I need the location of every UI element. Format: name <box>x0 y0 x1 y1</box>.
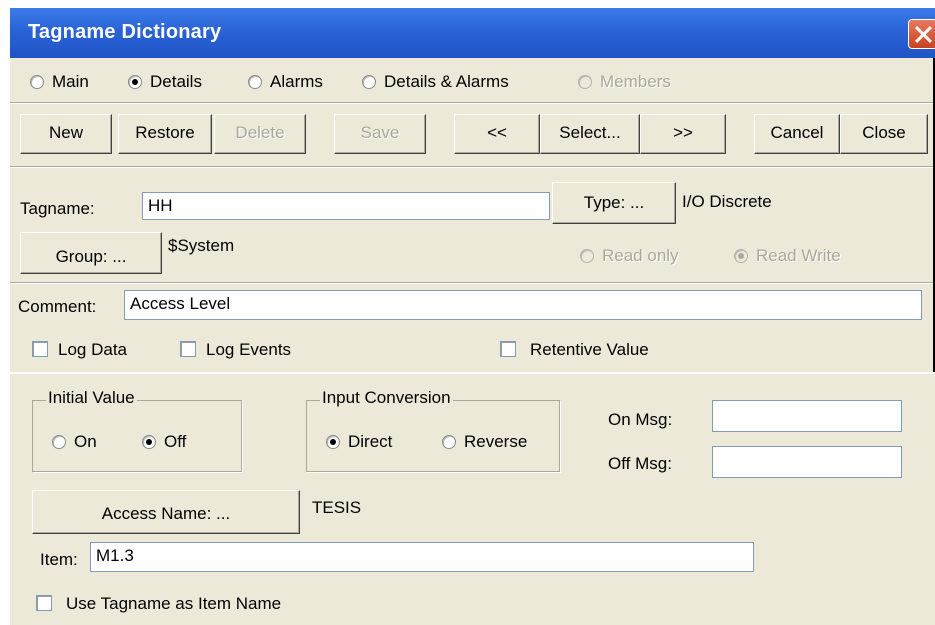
use-tagname-label: Use Tagname as Item Name <box>66 594 282 613</box>
on-msg-input[interactable] <box>712 400 902 432</box>
view-option-label: Main <box>52 72 89 91</box>
off-msg-input[interactable] <box>712 446 902 478</box>
tagname-input[interactable]: HH <box>142 192 550 220</box>
new-button[interactable]: New <box>20 114 112 154</box>
close-button[interactable]: Close <box>840 114 928 154</box>
off-msg-label: Off Msg: <box>608 454 672 473</box>
view-option-label: Details & Alarms <box>384 72 509 91</box>
log-events-label: Log Events <box>206 340 292 359</box>
direct-label: Direct <box>348 432 393 451</box>
input-conversion-title: Input Conversion <box>320 388 453 408</box>
next-button[interactable]: >> <box>640 114 726 154</box>
divider <box>10 102 933 104</box>
initial-off-label: Off <box>164 432 187 451</box>
read-write-label: Read Write <box>756 246 841 265</box>
radio-read-write <box>734 249 748 263</box>
radio-read-only <box>580 249 594 263</box>
on-msg-label: On Msg: <box>608 410 673 429</box>
initial-on-label: On <box>74 432 97 451</box>
title-bar: Tagname Dictionary <box>10 8 935 58</box>
view-option-label: Details <box>150 72 202 91</box>
group-value: $System <box>168 236 235 255</box>
save-button: Save <box>334 114 426 154</box>
close-window-icon[interactable] <box>908 19 935 49</box>
read-only-label: Read only <box>602 246 679 265</box>
radio-members <box>578 75 592 89</box>
group-button[interactable]: Group: ... <box>20 232 162 274</box>
radio-direct[interactable] <box>326 435 340 449</box>
view-option-label: Members <box>600 72 671 91</box>
comment-label: Comment: <box>18 297 97 316</box>
view-option-label: Alarms <box>270 72 323 91</box>
type-button[interactable]: Type: ... <box>552 182 676 224</box>
radio-initial-on[interactable] <box>52 435 66 449</box>
log-data-label: Log Data <box>58 340 127 359</box>
radio-details[interactable] <box>128 75 142 89</box>
radio-alarms[interactable] <box>248 75 262 89</box>
divider <box>10 282 933 284</box>
restore-button[interactable]: Restore <box>118 114 212 154</box>
details-panel: Initial Value On Off Input Conversion Di… <box>10 372 935 625</box>
access-name-value: TESIS <box>312 498 362 517</box>
reverse-label: Reverse <box>464 432 528 451</box>
retentive-value-label: Retentive Value <box>530 340 649 359</box>
tagname-label: Tagname: <box>20 199 95 218</box>
checkbox[interactable] <box>180 341 196 357</box>
delete-button: Delete <box>214 114 306 154</box>
type-value: I/O Discrete <box>682 192 772 211</box>
cancel-button[interactable]: Cancel <box>754 114 840 154</box>
window-title: Tagname Dictionary <box>28 21 222 43</box>
checkbox[interactable] <box>36 595 52 611</box>
initial-value-title: Initial Value <box>46 388 137 408</box>
radio-details-alarms[interactable] <box>362 75 376 89</box>
tag-header-panel: Main Details Alarms Details & Alarms Mem… <box>10 58 935 372</box>
radio-initial-off[interactable] <box>142 435 156 449</box>
item-label: Item: <box>40 550 78 569</box>
radio-main[interactable] <box>30 75 44 89</box>
radio-reverse[interactable] <box>442 435 456 449</box>
item-input[interactable]: M1.3 <box>90 542 754 572</box>
previous-button[interactable]: << <box>454 114 540 154</box>
access-name-button[interactable]: Access Name: ... <box>32 490 300 534</box>
comment-input[interactable]: Access Level <box>124 290 922 320</box>
divider <box>10 166 933 168</box>
select-button[interactable]: Select... <box>540 114 640 154</box>
checkbox[interactable] <box>500 341 516 357</box>
checkbox[interactable] <box>32 341 48 357</box>
